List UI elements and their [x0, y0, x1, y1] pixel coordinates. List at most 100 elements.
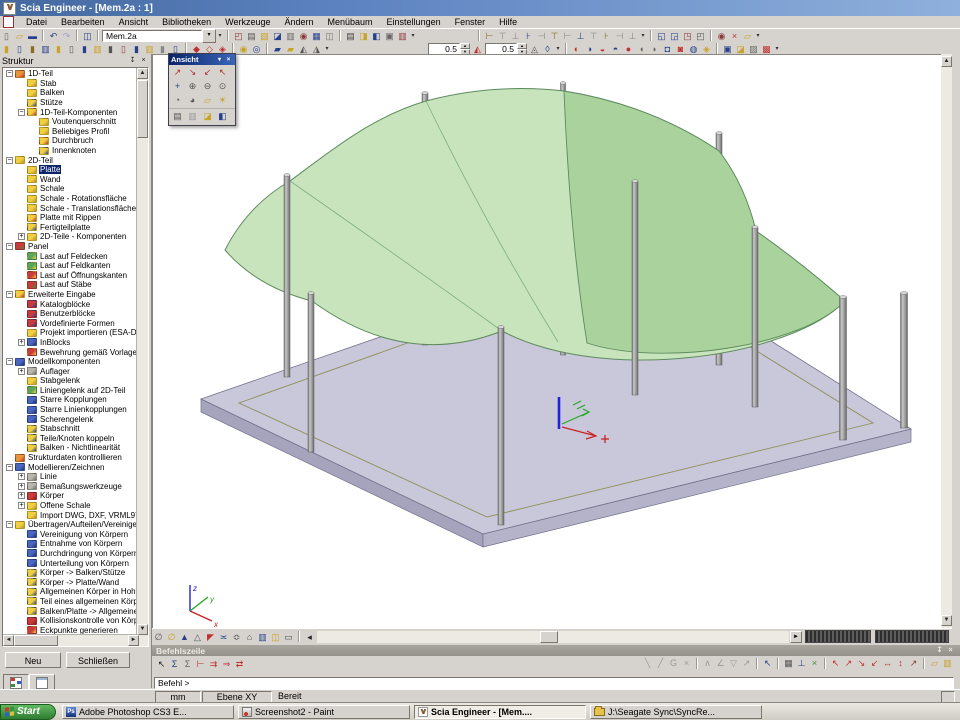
angle-tool[interactable]: ∠	[714, 657, 727, 669]
step-2-icon[interactable]: ⇒	[220, 658, 233, 670]
support-7-icon[interactable]: ⊢	[561, 30, 574, 42]
tree-item-label[interactable]: Modellieren/Zeichnen	[27, 463, 106, 472]
collapse-icon[interactable]: −	[6, 291, 13, 298]
layer-1[interactable]: ▣	[721, 43, 734, 55]
tree-item[interactable]: Vereinigung von Körpern	[4, 530, 137, 540]
tree-item-label[interactable]: Balken	[39, 88, 65, 97]
tree-item[interactable]: Platte	[4, 165, 137, 175]
sum-icon[interactable]: Σ	[168, 658, 181, 670]
tree-item[interactable]: Allgemeinen Körper in Hohlkörper	[4, 587, 137, 597]
block-tool-2[interactable]: ▰	[284, 43, 297, 55]
tree-item-label[interactable]: Last auf Feldecken	[39, 252, 109, 261]
expand-icon[interactable]: +	[18, 483, 25, 490]
zoom-window-icon[interactable]: ⊙	[215, 80, 230, 93]
tree-item[interactable]: Schale	[4, 184, 137, 194]
gallery-icon[interactable]: ◨	[357, 30, 370, 42]
triangle-icon[interactable]: △	[191, 631, 204, 643]
tree-item[interactable]: Last auf Feldkanten	[4, 261, 137, 271]
beam-tool-11[interactable]: ▮	[130, 43, 143, 55]
tree-item[interactable]: −Panel	[4, 242, 137, 252]
activity-9[interactable]: ◙	[674, 43, 687, 55]
column-pole[interactable]	[901, 293, 908, 428]
tree-item[interactable]: Stab	[4, 79, 137, 89]
chevron-down-icon[interactable]: ▾	[202, 29, 216, 43]
tree-item[interactable]: Import DWG, DXF, VRML97	[4, 510, 137, 520]
copy-1-icon[interactable]: ◱	[655, 30, 668, 42]
tree-item-label[interactable]: Entnahme von Körpern	[39, 539, 123, 548]
tree-item[interactable]: Stabschnitt	[4, 424, 137, 434]
scroll-right-icon[interactable]: ►	[790, 631, 802, 643]
palette-close-icon[interactable]: ×	[224, 57, 233, 63]
tree-item-label[interactable]: Benutzerblöcke	[39, 309, 96, 318]
beam-tool-7[interactable]: ▮	[78, 43, 91, 55]
scale-icon[interactable]: ◭	[471, 43, 484, 55]
expand-icon[interactable]: +	[18, 502, 25, 509]
select-arrow-icon[interactable]: ↖	[155, 658, 168, 670]
tree-item[interactable]: Vordefinierte Formen	[4, 318, 137, 328]
picture-icon[interactable]: ▥	[396, 30, 409, 42]
level-icon[interactable]: ≍	[217, 631, 230, 643]
activity-1[interactable]: ◐	[570, 43, 583, 55]
expand-icon[interactable]: +	[18, 233, 25, 240]
tree-item-label[interactable]: Balken - Nichtlinearität	[39, 443, 121, 452]
tree-item-label[interactable]: Stabschnitt	[39, 424, 81, 433]
beam-tool-4[interactable]: ▥	[39, 43, 52, 55]
copy-3-icon[interactable]: ◳	[681, 30, 694, 42]
tree-item-label[interactable]: Allgemeinen Körper in Hohlkörper	[39, 587, 137, 596]
collapse-icon[interactable]: −	[6, 358, 13, 365]
collapse-icon[interactable]: −	[6, 70, 13, 77]
collapse-icon[interactable]: −	[6, 521, 13, 528]
frame-icon[interactable]: ▭	[282, 631, 295, 643]
support-6-icon[interactable]: ⊤	[548, 30, 561, 42]
tree-item[interactable]: Schale - Rotationsfläche	[4, 194, 137, 204]
activity-8[interactable]: ◘	[661, 43, 674, 55]
tree-item-label[interactable]: Unterteilung von Körpern	[39, 559, 130, 568]
schliessen-button[interactable]: Schließen	[66, 652, 130, 668]
expand-icon[interactable]: +	[18, 368, 25, 375]
tree-item-label[interactable]: Fertigteilplatte	[39, 223, 91, 232]
step-3-icon[interactable]: ⇄	[233, 658, 246, 670]
align-icon[interactable]: ≎	[230, 631, 243, 643]
tree-item-label[interactable]: Voutenquerschnitt	[51, 117, 117, 126]
model-scene[interactable]: zyx	[153, 55, 942, 629]
tree-item-label[interactable]: Starre Kopplungen	[39, 395, 108, 404]
osnap-7[interactable]: ↗	[907, 657, 920, 669]
activity-2[interactable]: ◑	[583, 43, 596, 55]
scroll-right-icon[interactable]: ►	[128, 635, 139, 646]
tree-item-label[interactable]: 2D-Teile - Komponenten	[39, 232, 127, 241]
project-combo[interactable]: Mem.2a▾	[102, 29, 216, 43]
scale-spin-1[interactable]: 0.5▴▾	[428, 43, 470, 55]
tree-item[interactable]: −1D-Teil	[4, 69, 137, 79]
tree-item[interactable]: Schale - Translationsfläche	[4, 203, 137, 213]
print-icon[interactable]: ▤	[245, 30, 258, 42]
column-pole[interactable]	[498, 327, 504, 525]
menu-bibliotheken[interactable]: Bibliotheken	[155, 17, 218, 27]
close-icon[interactable]: ×	[945, 646, 956, 656]
tree-item[interactable]: −Übertragen/Aufteilen/Vereinigen	[4, 520, 137, 530]
save-icon[interactable]: ▬	[26, 30, 39, 42]
tree-item-label[interactable]: Liniengelenk auf 2D-Teil	[39, 386, 126, 395]
osnap-5[interactable]: ↔	[881, 657, 894, 669]
image-icon[interactable]: ▧	[258, 30, 271, 42]
tree-item[interactable]: Last auf Stäbe	[4, 280, 137, 290]
tree-item-label[interactable]: Beliebiges Profil	[51, 127, 110, 136]
scroll-down-icon[interactable]: ▼	[941, 615, 952, 626]
tree-item-label[interactable]: Vordefinierte Formen	[39, 319, 116, 328]
tree-item-label[interactable]: Linie	[39, 472, 58, 481]
window-icon[interactable]: ◫	[323, 30, 336, 42]
taskbar-task[interactable]: VScia Engineer - [Mem....	[414, 705, 586, 719]
beam-tool-9[interactable]: ▮	[104, 43, 117, 55]
tree-item-label[interactable]: Teil eines allgemeinen Körpers zu	[39, 597, 137, 606]
tree-item[interactable]: Stabgelenk	[4, 376, 137, 386]
tree-item[interactable]: +Bemaßungswerkzeuge	[4, 482, 137, 492]
osnap-6[interactable]: ↕	[894, 657, 907, 669]
walk-view-icon[interactable]: +	[170, 80, 185, 93]
activity-5[interactable]: ●	[622, 43, 635, 55]
support-10-icon[interactable]: ⊦	[600, 30, 613, 42]
tree-item-label[interactable]: Vereinigung von Körpern	[39, 530, 129, 539]
document-icon[interactable]	[3, 16, 14, 28]
tree-vertical-scrollbar[interactable]: ▲ ▼	[136, 68, 148, 646]
line-snap-2[interactable]: ╱	[654, 657, 667, 669]
beam-tool-8[interactable]: ▥	[91, 43, 104, 55]
osnap-4[interactable]: ↙	[868, 657, 881, 669]
